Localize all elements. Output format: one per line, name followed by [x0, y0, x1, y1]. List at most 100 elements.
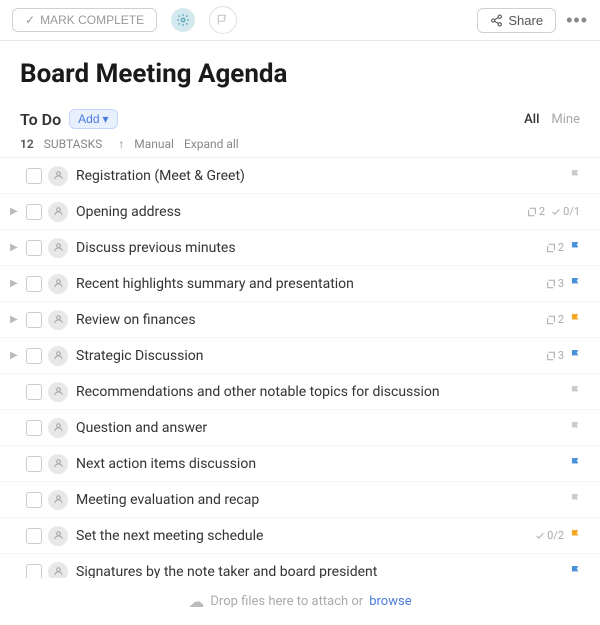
task-checkbox[interactable]	[26, 168, 42, 184]
task-meta	[570, 168, 580, 183]
task-meta	[570, 492, 580, 507]
task-row: ▶Recent highlights summary and presentat…	[0, 266, 600, 302]
task-name: Review on finances	[76, 312, 540, 328]
filter-mine[interactable]: Mine	[551, 112, 580, 127]
task-icon	[48, 562, 68, 579]
subtask-count-badge: 2	[546, 313, 564, 326]
task-checkbox[interactable]	[26, 384, 42, 400]
task-name: Opening address	[76, 204, 521, 220]
browse-link[interactable]: browse	[369, 594, 411, 609]
task-checkbox[interactable]	[26, 348, 42, 364]
task-row: Meeting evaluation and recap	[0, 482, 600, 518]
priority-flag	[570, 276, 580, 291]
priority-flag	[570, 348, 580, 363]
cloud-icon: ☁	[188, 592, 204, 611]
task-row: Recommendations and other notable topics…	[0, 374, 600, 410]
task-meta: 3	[546, 276, 580, 291]
task-icon	[48, 202, 68, 222]
avatar[interactable]	[169, 6, 197, 34]
add-label: Add	[78, 112, 99, 126]
task-meta: 2 0/1	[527, 205, 580, 218]
task-meta	[570, 384, 580, 399]
task-checkbox[interactable]	[26, 456, 42, 472]
sort-button[interactable]: Manual	[134, 137, 174, 151]
priority-flag	[570, 492, 580, 507]
task-name: Meeting evaluation and recap	[76, 492, 564, 508]
subtasks-bar: 12 SUBTASKS ↑ Manual Expand all	[0, 133, 600, 158]
priority-flag	[570, 420, 580, 435]
check-icon: ✓	[25, 13, 35, 27]
task-meta: 2	[546, 312, 580, 327]
checklist-badge: 0/1	[551, 205, 580, 218]
task-row: Set the next meeting schedule 0/2	[0, 518, 600, 554]
task-checkbox[interactable]	[26, 528, 42, 544]
mark-complete-label: MARK COMPLETE	[40, 13, 144, 27]
task-row: Next action items discussion	[0, 446, 600, 482]
top-bar-right: Share •••	[477, 8, 588, 33]
task-list: Registration (Meet & Greet) ▶ Opening addr…	[0, 158, 600, 578]
task-checkbox[interactable]	[26, 492, 42, 508]
subtask-count: 12	[20, 137, 34, 151]
expand-arrow[interactable]: ▶	[10, 314, 26, 325]
drop-zone-text: Drop files here to attach or	[210, 594, 363, 609]
section-label: To Do	[20, 110, 61, 129]
task-icon	[48, 382, 68, 402]
task-meta	[570, 564, 580, 578]
task-icon	[48, 310, 68, 330]
section-filter: All Mine	[524, 112, 580, 127]
expand-arrow[interactable]: ▶	[10, 278, 26, 289]
task-icon	[48, 166, 68, 186]
task-row: ▶Discuss previous minutes 2	[0, 230, 600, 266]
task-icon	[48, 418, 68, 438]
task-row: Question and answer	[0, 410, 600, 446]
task-name: Recommendations and other notable topics…	[76, 384, 564, 400]
task-checkbox[interactable]	[26, 312, 42, 328]
task-checkbox[interactable]	[26, 276, 42, 292]
task-meta	[570, 420, 580, 435]
task-icon	[48, 238, 68, 258]
task-checkbox[interactable]	[26, 420, 42, 436]
avatar-group	[169, 6, 191, 34]
mark-complete-button[interactable]: ✓ MARK COMPLETE	[12, 8, 157, 32]
task-icon	[48, 526, 68, 546]
section-header: To Do Add ▾ All Mine	[0, 97, 600, 133]
task-row: ▶ Review on finances 2	[0, 302, 600, 338]
priority-flag	[570, 564, 580, 578]
priority-flag	[570, 528, 580, 543]
task-meta	[570, 456, 580, 471]
priority-flag	[570, 456, 580, 471]
task-meta: 3	[546, 348, 580, 363]
filter-all[interactable]: All	[524, 112, 539, 127]
expand-arrow[interactable]: ▶	[10, 242, 26, 253]
priority-flag	[570, 312, 580, 327]
add-button[interactable]: Add ▾	[69, 109, 117, 129]
subtask-count-badge: 3	[546, 349, 564, 362]
drop-zone: ☁ Drop files here to attach or browse	[0, 578, 600, 625]
priority-flag	[570, 384, 580, 399]
task-name: Next action items discussion	[76, 456, 564, 472]
expand-arrow[interactable]: ▶	[10, 206, 26, 217]
top-bar: ✓ MARK COMPLETE Share •••	[0, 0, 600, 41]
subtask-count-badge: 3	[546, 277, 564, 290]
task-icon	[48, 346, 68, 366]
expand-arrow[interactable]: ▶	[10, 350, 26, 361]
expand-all-button[interactable]: Expand all	[184, 137, 239, 151]
checklist-badge: 0/2	[535, 529, 564, 542]
more-button[interactable]: •••	[566, 10, 588, 31]
task-row: ▶ Strategic Discussion 3	[0, 338, 600, 374]
priority-flag	[570, 240, 580, 255]
flag-button[interactable]	[209, 6, 237, 34]
task-list-scroll[interactable]: Registration (Meet & Greet) ▶ Opening addr…	[0, 158, 600, 578]
share-button[interactable]: Share	[477, 8, 556, 33]
priority-flag	[570, 168, 580, 183]
task-checkbox[interactable]	[26, 204, 42, 220]
task-checkbox[interactable]	[26, 240, 42, 256]
task-row: Registration (Meet & Greet)	[0, 158, 600, 194]
task-name: Set the next meeting schedule	[76, 528, 529, 544]
subtask-count-badge: 2	[546, 241, 564, 254]
task-name: Strategic Discussion	[76, 348, 540, 364]
task-row: Signatures by the note taker and board p…	[0, 554, 600, 578]
task-icon	[48, 454, 68, 474]
subtask-count-badge: 2	[527, 205, 545, 218]
page-title: Board Meeting Agenda	[20, 59, 580, 89]
